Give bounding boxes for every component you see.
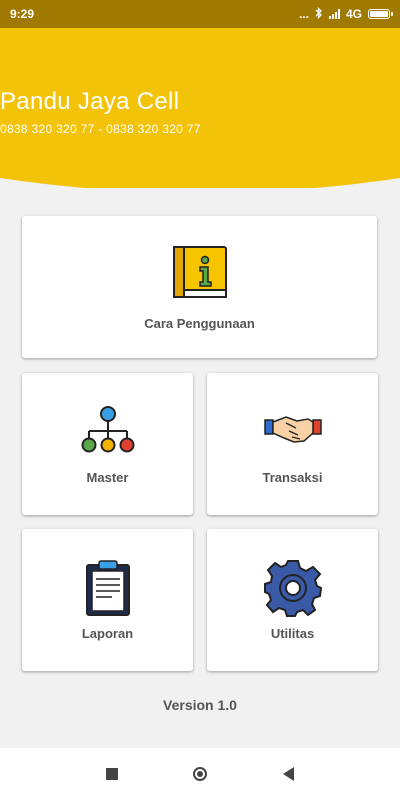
version-text: Version 1.0 — [163, 697, 237, 713]
app-title: Pandu Jaya Cell — [0, 88, 180, 115]
menu-cara-label: Cara Penggunaan — [144, 316, 255, 331]
bluetooth-icon — [315, 6, 323, 22]
status-bar: 9:29 ... 4G — [0, 0, 400, 28]
menu-master[interactable]: Master — [22, 373, 193, 515]
info-book-icon — [171, 244, 229, 307]
home-button[interactable] — [190, 764, 210, 784]
menu-transaksi-label: Transaksi — [262, 470, 323, 485]
back-button[interactable] — [278, 764, 298, 784]
menu-utilitas[interactable]: Utilitas — [207, 529, 378, 671]
circle-icon — [193, 767, 207, 781]
menu-transaksi[interactable]: Transaksi — [207, 373, 378, 515]
clipboard-icon — [84, 559, 132, 622]
menu-laporan-label: Laporan — [81, 626, 134, 641]
triangle-back-icon — [282, 767, 294, 781]
recents-button[interactable] — [102, 764, 122, 784]
menu-cara-penggunaan[interactable]: Cara Penggunaan — [22, 216, 377, 358]
menu-utilitas-label: Utilitas — [270, 626, 315, 641]
menu-laporan[interactable]: Laporan — [22, 529, 193, 671]
status-icons: ... 4G — [298, 6, 393, 22]
gear-icon — [263, 559, 322, 622]
network-type: 4G — [345, 7, 362, 21]
status-time: 9:29 — [10, 7, 35, 21]
nav-bar — [0, 748, 400, 800]
signal-icon — [328, 9, 340, 19]
square-icon — [106, 768, 118, 780]
battery-icon — [368, 9, 393, 19]
menu-master-label: Master — [86, 470, 129, 485]
handshake-icon — [263, 411, 322, 452]
status-dots: ... — [298, 7, 309, 21]
app-phone: 0838 320 320 77 - 0838 320 320 77 — [0, 122, 201, 136]
hierarchy-icon — [79, 405, 137, 462]
app-header: Pandu Jaya Cell 0838 320 320 77 - 0838 3… — [0, 28, 400, 188]
